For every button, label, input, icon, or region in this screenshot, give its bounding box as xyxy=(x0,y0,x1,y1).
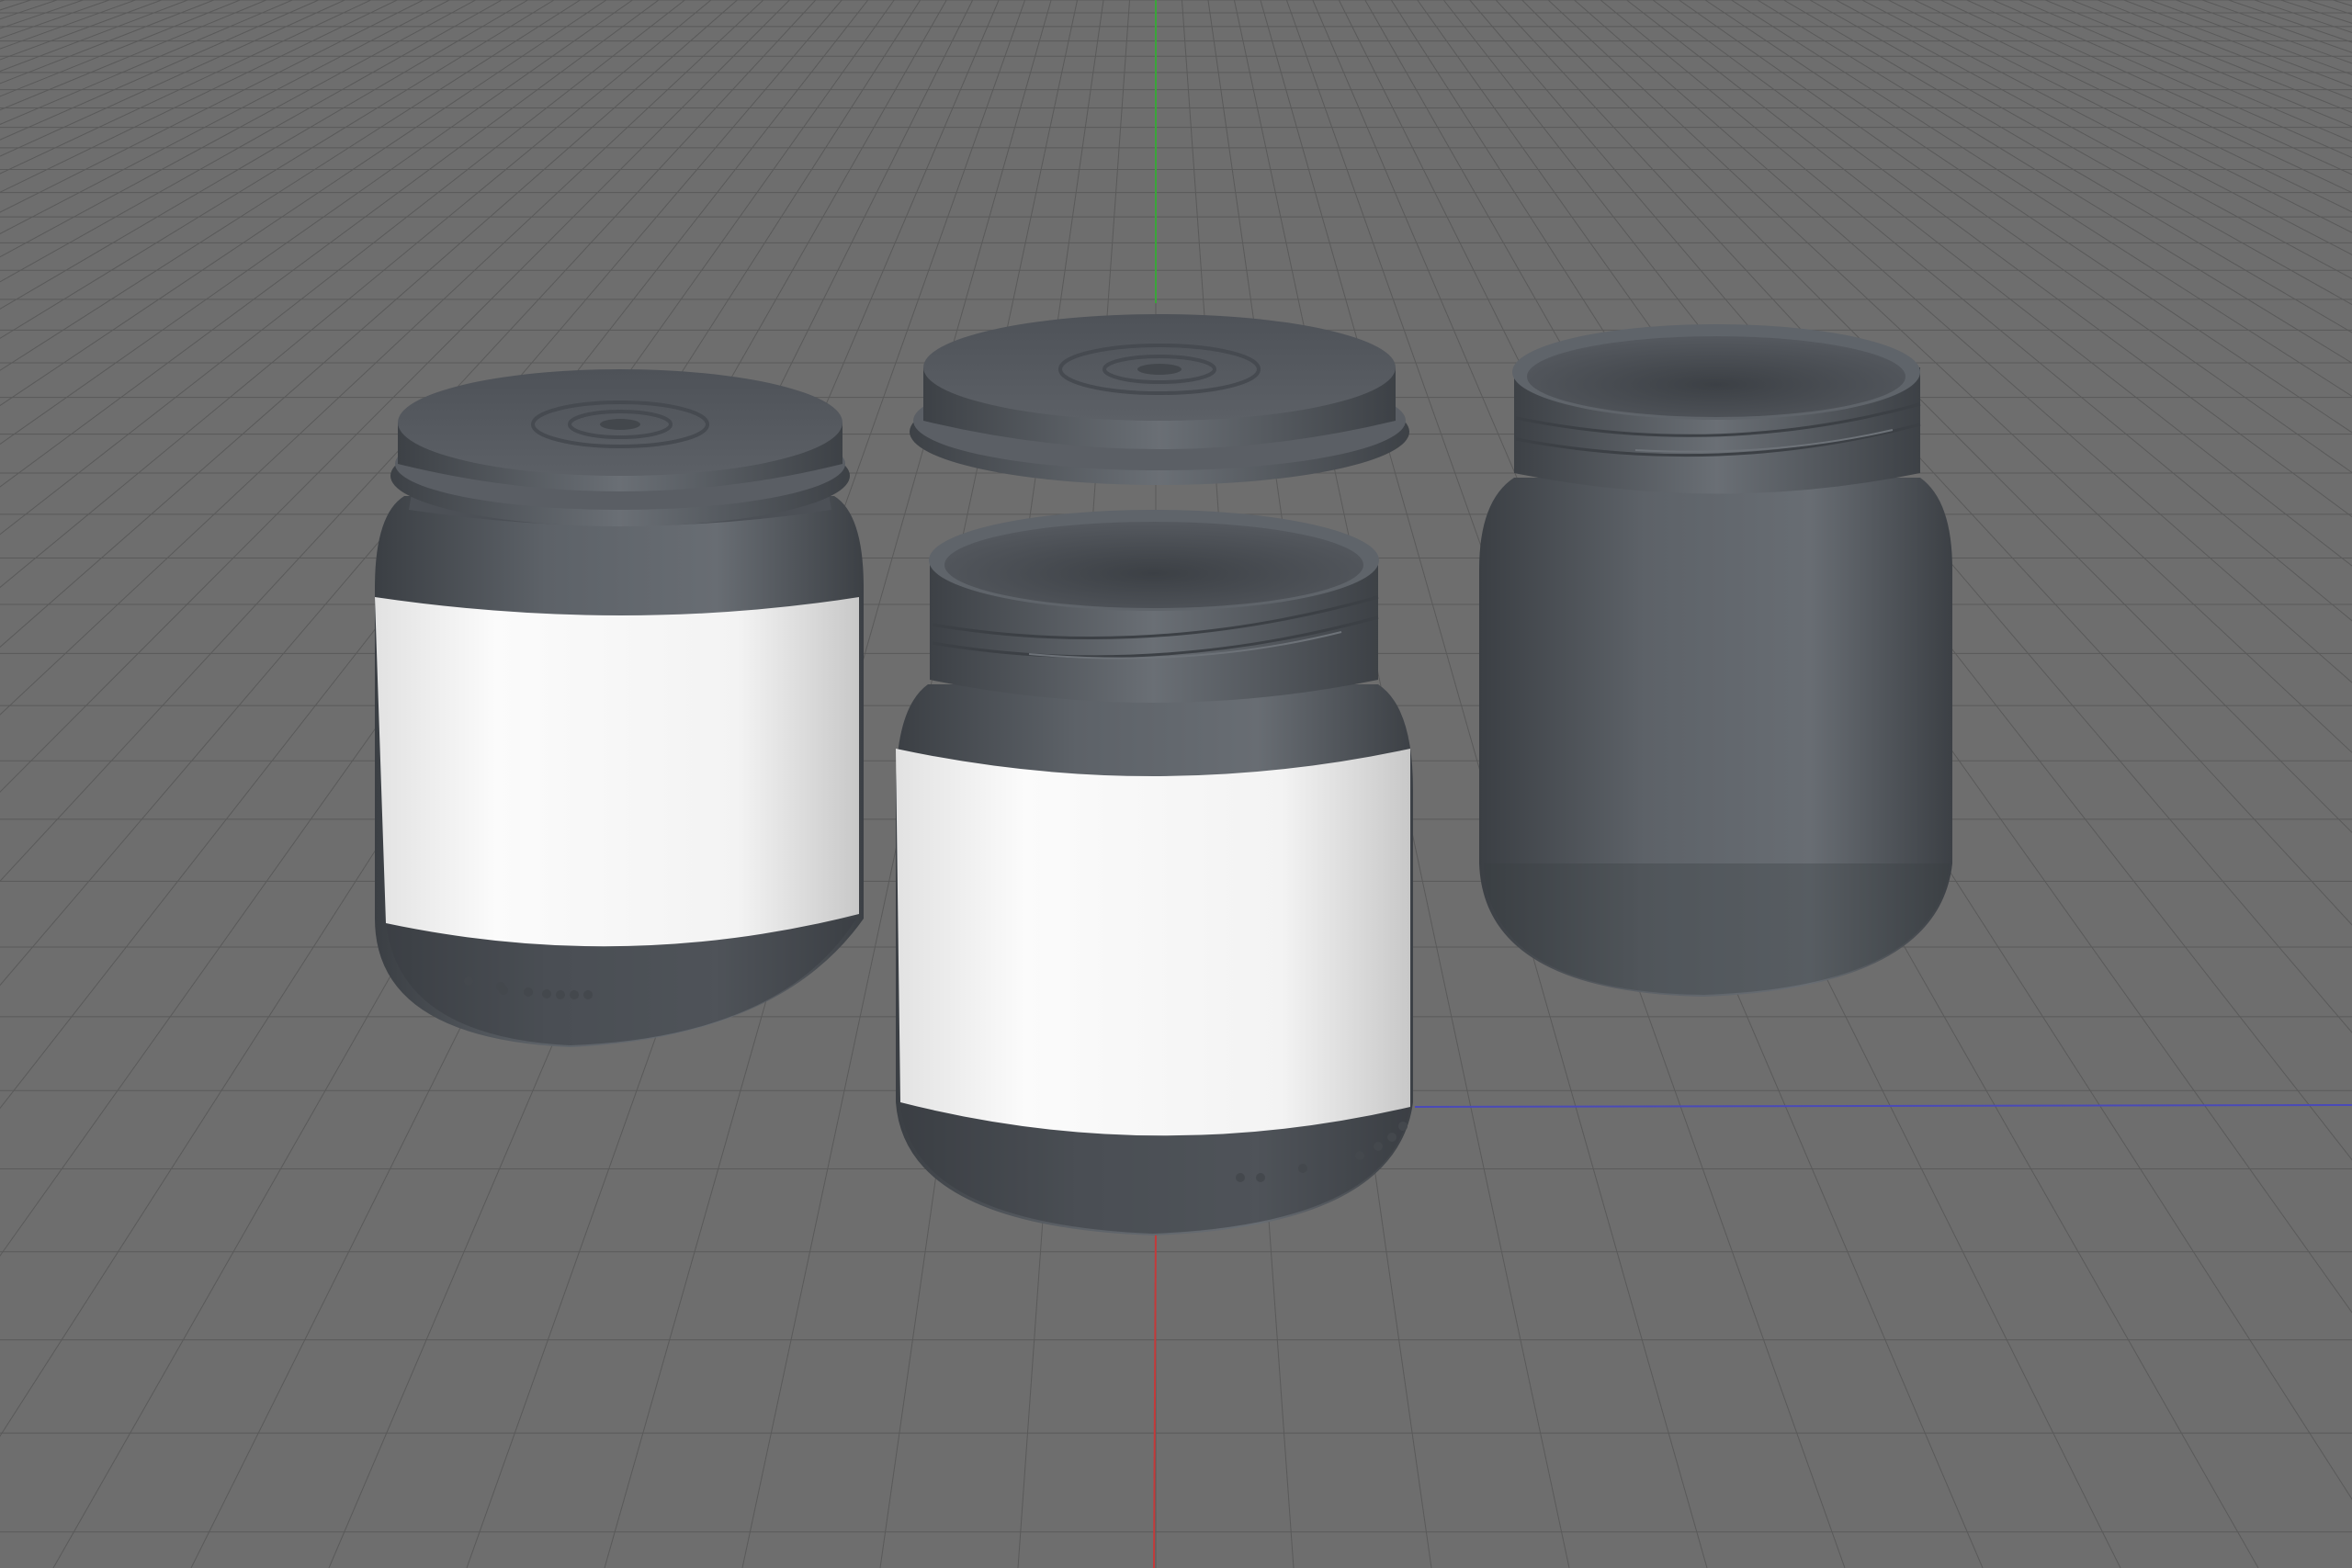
grid-line xyxy=(0,0,293,126)
grid-line xyxy=(0,0,319,141)
grid-line xyxy=(1914,0,2352,213)
grid-line xyxy=(2201,0,2352,53)
grid-line xyxy=(1888,0,2352,233)
grid-line xyxy=(2176,0,2352,64)
grid-line xyxy=(1993,0,2352,159)
grid-line xyxy=(0,0,398,193)
grid-line xyxy=(0,0,110,39)
grid-line xyxy=(0,0,84,29)
grid-line xyxy=(2123,0,2352,87)
grid-line xyxy=(2228,0,2352,43)
grid-line xyxy=(2045,0,2352,128)
grid-line xyxy=(2149,0,2352,75)
grid-line xyxy=(0,0,163,61)
grid-line xyxy=(2333,0,2352,6)
3d-viewport[interactable] xyxy=(0,0,2352,1568)
jar-open-center[interactable] xyxy=(896,510,1413,1235)
jar-open-right[interactable] xyxy=(1479,324,1952,997)
grid-line xyxy=(1940,0,2352,194)
grid-line xyxy=(0,0,371,175)
grid-line xyxy=(0,0,31,11)
grid-line xyxy=(0,0,215,85)
lid-floating-center[interactable] xyxy=(910,314,1409,485)
grid-line xyxy=(0,0,6,3)
grid-line xyxy=(0,0,241,97)
grid-line xyxy=(0,0,188,73)
grid-line xyxy=(1966,0,2352,175)
jar-with-lid-left[interactable] xyxy=(375,369,864,1047)
axis-z-line xyxy=(1414,1104,2352,1108)
grid-line xyxy=(2071,0,2352,114)
grid-line xyxy=(2280,0,2352,24)
grid-line xyxy=(0,0,136,50)
